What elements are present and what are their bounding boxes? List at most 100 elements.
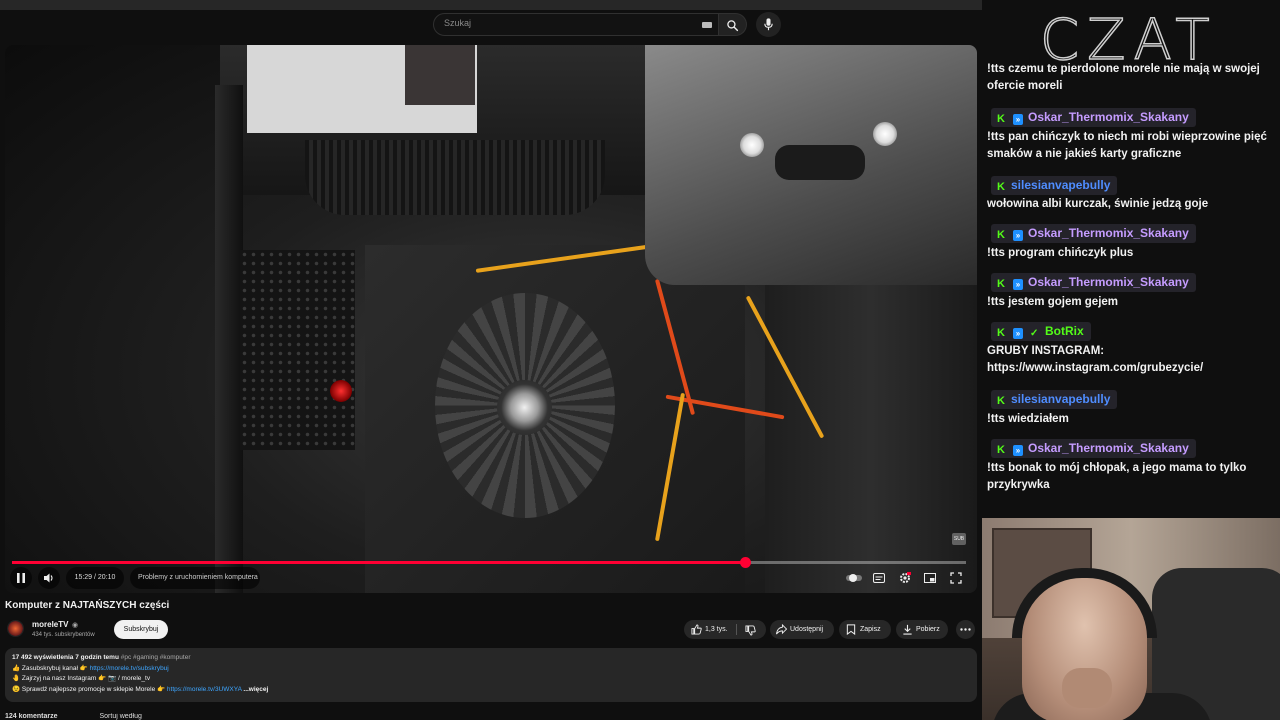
chat-username[interactable]: K» ✓ BotRix	[991, 322, 1091, 341]
video-frame-cooler-hub	[497, 380, 552, 435]
chat-message-text: !tts pan chińczyk to niech mi robi wiepr…	[987, 131, 1267, 160]
keyboard-icon[interactable]	[702, 22, 712, 28]
subscribe-link[interactable]: https://morele.tv/subskrybuj	[90, 665, 169, 672]
save-label: Zapisz	[860, 626, 881, 633]
miniplayer-icon[interactable]	[924, 572, 936, 584]
chat-username[interactable]: K» Oskar_Thermomix_Skakany	[991, 273, 1196, 292]
chapter-title[interactable]: Problemy z uruchomieniem komputera ›	[130, 567, 260, 589]
verified-icon: ◉	[72, 622, 79, 629]
share-label: Udostępnij	[790, 626, 824, 633]
share-icon	[776, 624, 787, 635]
kick-badge-icon: K	[997, 327, 1005, 339]
channel-name[interactable]: moreleTV	[32, 620, 68, 629]
subscriber-badge-icon: »	[1013, 279, 1023, 290]
subscriber-badge-icon: »	[1013, 114, 1023, 125]
chat-message-text: wołowina albi kurczak, świnie jedzą goje	[987, 198, 1209, 210]
description-meta-row: 17 492 wyświetlenia 7 godzin temu #pc #g…	[12, 653, 970, 664]
video-title: Komputer z NAJTAŃSZYCH części	[5, 600, 170, 611]
voice-search-button[interactable]	[756, 12, 781, 37]
avatar[interactable]	[7, 620, 24, 637]
bookmark-icon	[846, 624, 856, 635]
chat-username[interactable]: Ksilesianvapebully	[991, 390, 1118, 409]
subscriber-badge-icon: »	[1013, 445, 1023, 456]
thumbs-up-icon[interactable]	[691, 624, 702, 635]
video-frame-bolt	[873, 122, 897, 146]
description-text: 😉 Sprawdź najlepsze promocje w sklepie M…	[12, 685, 166, 693]
search-placeholder: Szukaj	[444, 18, 472, 28]
chat-message-text: GRUBY INSTAGRAM: https://www.instagram.c…	[987, 345, 1204, 374]
comment-count: 124 komentarze	[5, 713, 58, 720]
download-icon	[903, 624, 912, 635]
chat-message-text: !tts program chińczyk plus	[987, 247, 1134, 259]
video-frame-bracket-slot	[775, 145, 865, 180]
chat-message-text: !tts wiedziałem	[987, 413, 1069, 425]
subscribe-button[interactable]: Subskrybuj	[114, 620, 168, 639]
chapter-label: Problemy z uruchomieniem komputera	[138, 574, 258, 581]
fullscreen-icon[interactable]	[950, 572, 962, 584]
progress-bar-played	[12, 561, 745, 564]
video-player[interactable]	[5, 45, 977, 593]
kick-badge-icon: K	[997, 229, 1005, 241]
search-icon	[727, 20, 739, 32]
pause-button[interactable]	[10, 567, 32, 589]
promo-link[interactable]: https://morele.tv/3UWXYA	[167, 686, 242, 693]
chat-message-text: !tts jestem gojem gejem	[987, 296, 1119, 308]
chat-message-text: !tts bonak to mój chłopak, a jego mama t…	[987, 462, 1247, 491]
like-dislike-group[interactable]: 1,3 tys.	[684, 620, 766, 639]
subscriber-count: 434 tys. subskrybentów	[32, 632, 95, 638]
description-box[interactable]: 17 492 wyświetlenia 7 godzin temu #pc #g…	[5, 648, 977, 702]
chat-username[interactable]: K» Oskar_Thermomix_Skakany	[991, 224, 1196, 243]
progress-scrubber[interactable]	[739, 557, 751, 568]
chat-username[interactable]: K» Oskar_Thermomix_Skakany	[991, 439, 1196, 458]
description-line: 👍 Zasubskrybuj kanał 👉 https://morele.tv…	[12, 664, 970, 675]
search-button[interactable]	[719, 13, 747, 36]
mic-icon	[764, 18, 773, 31]
download-button[interactable]: Pobierz	[896, 620, 948, 639]
instagram-link[interactable]: / morele_tv	[118, 675, 150, 682]
subtitles-icon[interactable]	[873, 572, 885, 584]
kick-badge-icon: K	[997, 113, 1005, 125]
description-text: 🤚 Zajrzyj na nasz Instagram 👉 📷	[12, 675, 117, 682]
subscriber-badge-icon: »	[1013, 328, 1023, 339]
video-frame-mesh	[240, 250, 355, 450]
more-vert-icon	[960, 628, 971, 631]
volume-icon	[44, 573, 53, 583]
chat-username[interactable]: K» Oskar_Thermomix_Skakany	[991, 108, 1196, 127]
chat-username[interactable]: Ksilesianvapebully	[991, 176, 1118, 195]
description-line: 🤚 Zajrzyj na nasz Instagram 👉 📷 / morele…	[12, 674, 970, 685]
video-frame-led	[330, 380, 352, 402]
comments-header: 124 komentarze Sortuj według	[5, 713, 405, 720]
youtube-page: Szukaj SUB 15:29 / 20:10 Problemy z uruc…	[0, 0, 982, 720]
sort-comments-button[interactable]: Sortuj według	[99, 713, 141, 720]
kick-badge-icon: K	[997, 395, 1005, 407]
like-divider	[736, 624, 737, 635]
view-stats: 17 492 wyświetlenia 7 godzin temu	[12, 654, 119, 661]
more-actions-button[interactable]	[956, 620, 975, 639]
subscriber-badge-icon: »	[1013, 230, 1023, 241]
search-input[interactable]: Szukaj	[433, 13, 719, 36]
show-more-link[interactable]: ...więcej	[243, 686, 268, 693]
like-count: 1,3 tys.	[705, 626, 728, 633]
channel-watermark[interactable]: SUB	[952, 533, 966, 545]
kick-badge-icon: K	[997, 444, 1005, 456]
video-frame-case-edge	[215, 85, 243, 593]
kick-badge-icon: K	[997, 181, 1005, 193]
video-frame-bolt	[740, 133, 764, 157]
save-button[interactable]: Zapisz	[839, 620, 891, 639]
autoplay-toggle-icon[interactable]	[845, 572, 863, 584]
volume-button[interactable]	[38, 567, 60, 589]
video-frame-psu-fan	[305, 140, 605, 215]
pause-icon	[17, 573, 25, 583]
video-frame-case-interior	[765, 285, 977, 593]
thumbs-down-icon[interactable]	[745, 625, 756, 636]
description-text: 👍 Zasubskrybuj kanał 👉	[12, 664, 88, 672]
hashtags[interactable]: #pc #gaming #komputer	[121, 654, 191, 661]
share-button[interactable]: Udostępnij	[770, 620, 834, 639]
webcam-feed	[982, 518, 1280, 720]
chat-message-text: !tts czemu te pierdolone morele nie mają…	[987, 63, 1260, 92]
video-frame-psu-sticker	[405, 45, 475, 105]
description-line: 😉 Sprawdź najlepsze promocje w sklepie M…	[12, 685, 970, 696]
download-label: Pobierz	[916, 626, 940, 633]
gear-icon[interactable]	[899, 572, 911, 584]
kick-badge-icon: K	[997, 278, 1005, 290]
